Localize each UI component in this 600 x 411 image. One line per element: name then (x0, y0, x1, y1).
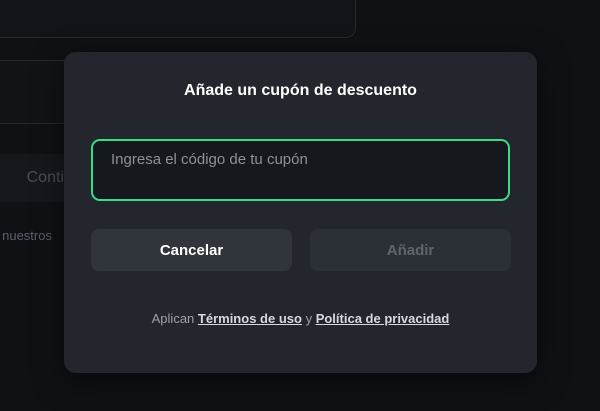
legal-conjunction: y (305, 311, 313, 326)
background-card (0, 0, 356, 38)
dialog-title: Añade un cupón de descuento (184, 82, 417, 99)
background-terms-text: s nuestros (0, 228, 52, 243)
legal-notice: Aplican Términos de uso y Política de pr… (64, 311, 537, 326)
terms-of-use-link[interactable]: Términos de uso (198, 311, 302, 326)
coupon-dialog: Añade un cupón de descuento Cancelar Aña… (64, 52, 537, 373)
add-coupon-button[interactable]: Añadir (310, 229, 511, 271)
checkout-page: Continuar s nuestros Añade un cupón de d… (0, 0, 600, 411)
privacy-policy-link[interactable]: Política de privacidad (316, 311, 450, 326)
cancel-button[interactable]: Cancelar (91, 229, 292, 271)
legal-prefix: Aplican (151, 311, 195, 326)
coupon-code-input[interactable] (91, 139, 510, 201)
